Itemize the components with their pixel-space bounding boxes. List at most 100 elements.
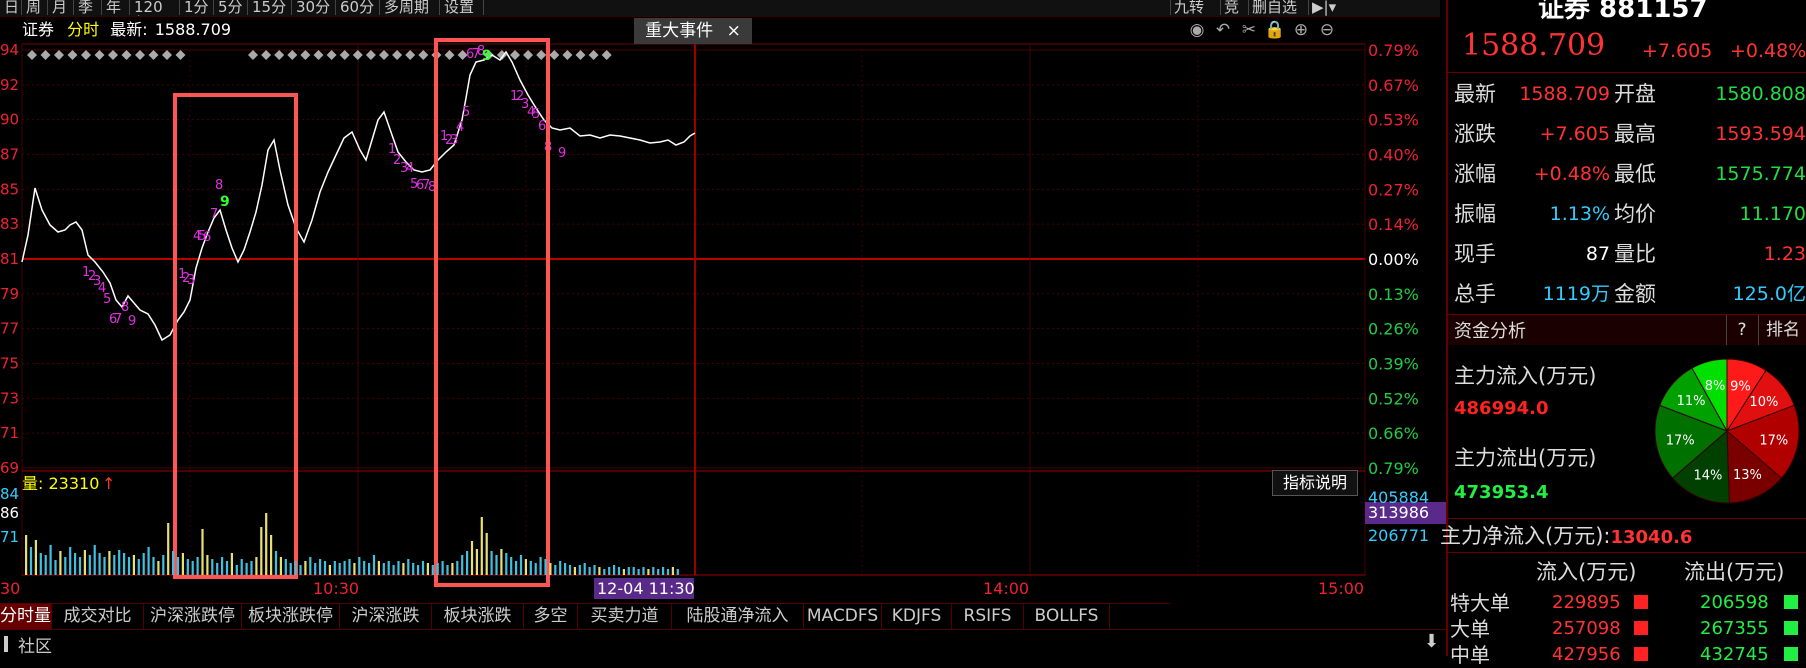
volume-bar xyxy=(294,561,297,575)
indicator-tab-label: 沪深涨跌 xyxy=(351,606,420,626)
sequence-number: 4 xyxy=(456,120,464,135)
indicator-tab[interactable]: 板块涨跌 xyxy=(432,604,524,629)
events-tab[interactable]: 重大事件 × xyxy=(634,18,752,44)
quote-label: 量比 xyxy=(1614,242,1656,266)
event-diamond-icon xyxy=(601,50,612,60)
sequence-number: 9 xyxy=(128,314,136,329)
pct-axis-label: 0.40% xyxy=(1368,146,1419,165)
volume-bar xyxy=(137,559,140,575)
volume-bar xyxy=(44,555,47,575)
undo-icon[interactable]: ↶ xyxy=(1210,20,1236,40)
zoom-in-icon[interactable]: ⊕ xyxy=(1288,20,1314,40)
event-diamond-icon xyxy=(392,50,403,60)
indicator-tab[interactable]: 分时量 xyxy=(0,604,52,629)
event-diamond-icon xyxy=(523,50,534,60)
quote-value: 125.0亿 xyxy=(1732,283,1806,305)
event-diamond-icon xyxy=(81,50,91,60)
volume-bar xyxy=(505,553,508,575)
panel-price: 1588.709 xyxy=(1462,28,1606,63)
scissors-icon[interactable]: ✂ xyxy=(1236,20,1262,40)
indicator-tab[interactable]: 多空 xyxy=(524,604,578,629)
volume-bar xyxy=(314,563,317,575)
indicator-tab[interactable]: 沪深涨跌 xyxy=(340,604,432,629)
volume-bar xyxy=(554,565,557,575)
pct-axis-label: 0.79% xyxy=(1368,459,1419,478)
event-diamond-icon xyxy=(175,50,186,60)
indicator-tab-label: 成交对比 xyxy=(63,606,132,626)
indicator-tab[interactable]: 买卖力道 xyxy=(578,604,672,629)
volume-bar xyxy=(186,559,189,575)
pct-axis-label: 0.26% xyxy=(1368,320,1419,339)
intraday-chart[interactable]: 949290878583817977757371690.79%0.67%0.53… xyxy=(0,0,1446,604)
fund-rank-button[interactable]: 排名 xyxy=(1758,315,1806,345)
eye-icon[interactable]: ◉ xyxy=(1184,20,1210,40)
volume-bar xyxy=(529,561,532,575)
volume-bar xyxy=(466,551,469,575)
index-name: 证券 xyxy=(22,20,55,39)
event-diamond-icon xyxy=(536,50,547,60)
volume-bar xyxy=(289,563,292,575)
volume-bar xyxy=(662,567,665,575)
volume-bar xyxy=(461,555,464,575)
indicator-tab[interactable]: RSIFS xyxy=(952,604,1024,629)
volume-bar xyxy=(279,557,282,575)
event-diamond-icon xyxy=(588,50,599,60)
quote-label: 最高 xyxy=(1614,122,1656,146)
event-diamond-icon xyxy=(94,50,105,60)
indicator-tab[interactable]: BOLLFS xyxy=(1024,604,1110,629)
indicator-tab[interactable]: 板块涨跌停 xyxy=(242,604,340,629)
volume-bar xyxy=(627,567,630,575)
flow-row: 特大单 229895 206598 xyxy=(1448,590,1806,616)
lock-icon[interactable]: 🔒 xyxy=(1262,20,1288,40)
volume-bar xyxy=(431,565,434,575)
volume-bar xyxy=(69,547,72,575)
indicator-tab[interactable]: 成交对比 xyxy=(52,604,144,629)
close-icon[interactable]: × xyxy=(727,21,741,41)
volume-bar xyxy=(103,557,106,575)
volume-bar xyxy=(176,557,180,575)
volume-bar xyxy=(132,555,135,575)
volume-bar xyxy=(323,561,327,575)
sequence-number: 5 xyxy=(462,105,470,120)
sequence-nine: 9 xyxy=(220,194,230,210)
download-icon[interactable]: ⬇ xyxy=(1424,631,1439,652)
zoom-out-icon[interactable]: ⊖ xyxy=(1314,20,1340,40)
flow-in-swatch xyxy=(1634,595,1648,609)
volume-bar xyxy=(216,563,219,575)
volume-bar xyxy=(603,569,606,575)
volume-bar xyxy=(274,551,278,575)
community-link[interactable]: 社区 xyxy=(18,632,52,657)
price-axis-label: 75 xyxy=(0,355,19,373)
sequence-number: 3 xyxy=(187,273,195,288)
volume-bar xyxy=(510,557,513,575)
volume-bar xyxy=(108,551,111,575)
volume-bar xyxy=(206,555,209,575)
event-diamond-icon xyxy=(261,50,272,60)
latest-label: 最新: xyxy=(110,20,148,39)
indicator-help-button[interactable]: 指标说明 xyxy=(1272,470,1358,496)
volume-bar xyxy=(88,555,91,575)
indicator-tab[interactable]: MACDFS xyxy=(804,604,882,629)
fund-help-button[interactable]: ? xyxy=(1726,315,1757,345)
volume-axis-label: 71 xyxy=(0,528,19,546)
volume-bar xyxy=(480,517,483,575)
indicator-tab-label: 板块涨跌停 xyxy=(248,606,333,626)
volume-bar xyxy=(402,563,405,575)
volume-bar xyxy=(211,559,214,575)
time-label: 15:00 xyxy=(1318,579,1364,598)
pie-slice-label: 17% xyxy=(1666,433,1695,448)
events-tab-label: 重大事件 xyxy=(645,21,714,41)
pie-slice-label: 8% xyxy=(1705,379,1726,394)
volume-bar xyxy=(485,533,488,575)
indicator-tab[interactable]: KDJFS xyxy=(882,604,952,629)
volume-bar xyxy=(495,555,498,575)
volume-bar xyxy=(652,567,655,575)
event-diamond-icon xyxy=(121,50,132,60)
volume-bars xyxy=(25,513,679,575)
price-axis-label: 73 xyxy=(0,389,19,407)
price-axis-label: 92 xyxy=(0,76,19,94)
indicator-tab[interactable]: 陆股通净流入 xyxy=(672,604,804,629)
indicator-tab[interactable]: 沪深涨跌停 xyxy=(144,604,242,629)
volume-bar xyxy=(608,567,611,575)
volume-arrow-icon: ↑ xyxy=(102,474,115,493)
